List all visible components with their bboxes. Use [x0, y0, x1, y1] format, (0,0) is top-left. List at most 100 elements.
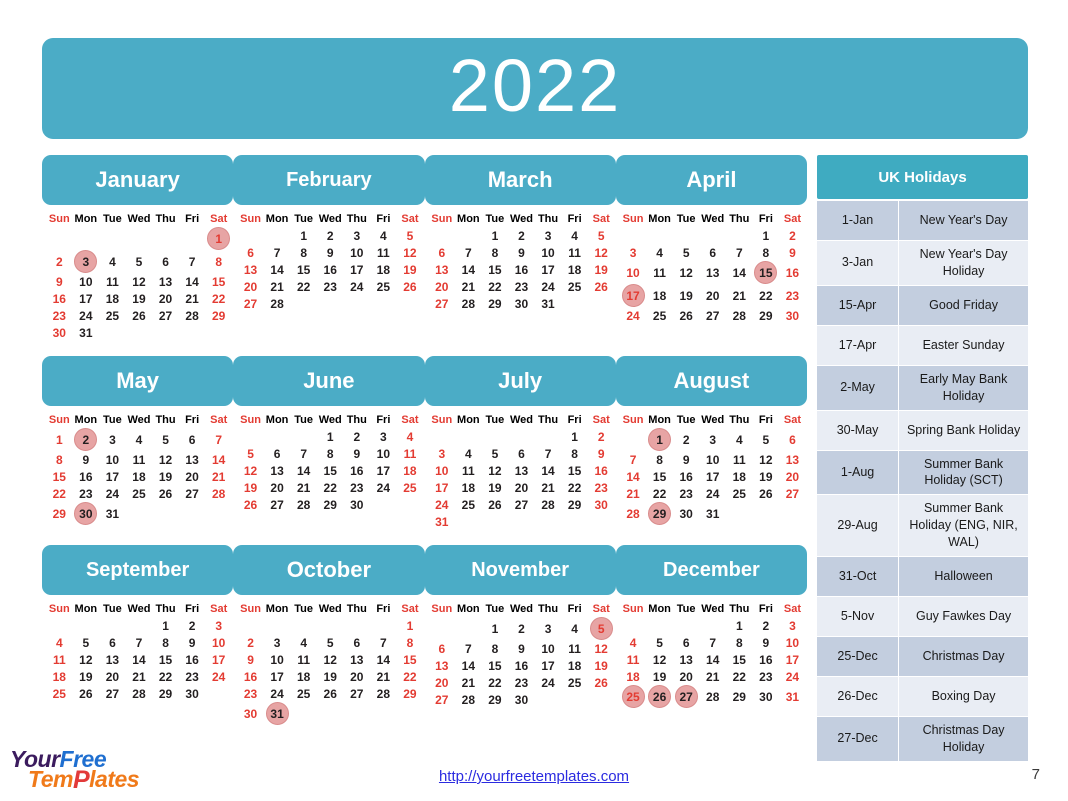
- day-cell-may-9[interactable]: 9: [73, 451, 100, 468]
- holiday-row[interactable]: 1-Jan New Year's Day: [817, 201, 1028, 240]
- day-cell-march-21[interactable]: 21: [455, 278, 482, 295]
- day-cell-march-4[interactable]: 4: [561, 227, 588, 244]
- day-cell-july-20[interactable]: 20: [508, 479, 535, 496]
- day-cell-august-6[interactable]: 6: [779, 428, 806, 451]
- day-cell-july-27[interactable]: 27: [508, 496, 535, 513]
- day-cell-july-13[interactable]: 13: [508, 462, 535, 479]
- day-cell-september-23[interactable]: 23: [179, 668, 206, 685]
- day-cell-september-7[interactable]: 7: [126, 634, 153, 651]
- day-cell-november-14[interactable]: 14: [455, 657, 482, 674]
- day-cell-june-4[interactable]: 4: [397, 428, 424, 445]
- day-cell-july-1[interactable]: 1: [561, 428, 588, 445]
- day-cell-february-16[interactable]: 16: [317, 261, 344, 278]
- holiday-row[interactable]: 15-Apr Good Friday: [817, 285, 1028, 325]
- day-cell-october-5[interactable]: 5: [317, 634, 344, 651]
- day-cell-march-3[interactable]: 3: [535, 227, 562, 244]
- day-cell-january-27[interactable]: 27: [152, 307, 179, 324]
- day-cell-june-9[interactable]: 9: [344, 445, 371, 462]
- day-cell-march-31[interactable]: 31: [535, 295, 562, 312]
- day-cell-october-24[interactable]: 24: [264, 685, 291, 702]
- day-cell-february-3[interactable]: 3: [344, 227, 371, 244]
- day-cell-october-15[interactable]: 15: [397, 651, 424, 668]
- day-cell-february-8[interactable]: 8: [290, 244, 317, 261]
- day-cell-june-1[interactable]: 1: [317, 428, 344, 445]
- day-cell-november-19[interactable]: 19: [588, 657, 615, 674]
- day-cell-december-26[interactable]: 26: [646, 685, 673, 708]
- day-cell-may-27[interactable]: 27: [179, 485, 206, 502]
- day-cell-april-10[interactable]: 10: [620, 261, 647, 284]
- day-cell-april-28[interactable]: 28: [726, 307, 753, 324]
- day-cell-june-13[interactable]: 13: [264, 462, 291, 479]
- day-cell-july-29[interactable]: 29: [561, 496, 588, 513]
- day-cell-april-16[interactable]: 16: [779, 261, 806, 284]
- day-cell-may-23[interactable]: 23: [73, 485, 100, 502]
- day-cell-august-20[interactable]: 20: [779, 468, 806, 485]
- day-cell-january-21[interactable]: 21: [179, 290, 206, 307]
- holiday-row[interactable]: 2-May Early May Bank Holiday: [817, 365, 1028, 410]
- day-cell-august-13[interactable]: 13: [779, 451, 806, 468]
- day-cell-december-30[interactable]: 30: [753, 685, 780, 708]
- day-cell-october-22[interactable]: 22: [397, 668, 424, 685]
- day-cell-july-18[interactable]: 18: [455, 479, 482, 496]
- day-cell-may-25[interactable]: 25: [126, 485, 153, 502]
- day-cell-may-21[interactable]: 21: [205, 468, 232, 485]
- day-cell-april-27[interactable]: 27: [699, 307, 726, 324]
- day-cell-december-13[interactable]: 13: [673, 651, 700, 668]
- day-cell-january-5[interactable]: 5: [126, 250, 153, 273]
- day-cell-march-9[interactable]: 9: [508, 244, 535, 261]
- day-cell-december-27[interactable]: 27: [673, 685, 700, 708]
- day-cell-april-9[interactable]: 9: [779, 244, 806, 261]
- day-cell-october-31[interactable]: 31: [264, 702, 291, 725]
- day-cell-november-9[interactable]: 9: [508, 640, 535, 657]
- day-cell-may-26[interactable]: 26: [152, 485, 179, 502]
- day-cell-june-19[interactable]: 19: [237, 479, 264, 496]
- day-cell-july-31[interactable]: 31: [429, 513, 456, 530]
- day-cell-august-21[interactable]: 21: [620, 485, 647, 502]
- day-cell-august-2[interactable]: 2: [673, 428, 700, 451]
- day-cell-april-5[interactable]: 5: [673, 244, 700, 261]
- day-cell-april-4[interactable]: 4: [646, 244, 673, 261]
- day-cell-june-12[interactable]: 12: [237, 462, 264, 479]
- day-cell-march-6[interactable]: 6: [429, 244, 456, 261]
- day-cell-january-4[interactable]: 4: [99, 250, 126, 273]
- day-cell-december-1[interactable]: 1: [726, 617, 753, 634]
- day-cell-september-21[interactable]: 21: [126, 668, 153, 685]
- day-cell-march-18[interactable]: 18: [561, 261, 588, 278]
- day-cell-july-6[interactable]: 6: [508, 445, 535, 462]
- day-cell-september-30[interactable]: 30: [179, 685, 206, 702]
- day-cell-april-1[interactable]: 1: [753, 227, 780, 244]
- day-cell-october-16[interactable]: 16: [237, 668, 264, 685]
- day-cell-january-13[interactable]: 13: [152, 273, 179, 290]
- day-cell-august-18[interactable]: 18: [726, 468, 753, 485]
- day-cell-december-3[interactable]: 3: [779, 617, 806, 634]
- day-cell-june-18[interactable]: 18: [397, 462, 424, 479]
- day-cell-september-18[interactable]: 18: [46, 668, 73, 685]
- day-cell-december-23[interactable]: 23: [753, 668, 780, 685]
- day-cell-january-19[interactable]: 19: [126, 290, 153, 307]
- day-cell-february-13[interactable]: 13: [237, 261, 264, 278]
- day-cell-august-12[interactable]: 12: [753, 451, 780, 468]
- day-cell-february-5[interactable]: 5: [397, 227, 424, 244]
- day-cell-april-14[interactable]: 14: [726, 261, 753, 284]
- day-cell-may-12[interactable]: 12: [152, 451, 179, 468]
- day-cell-february-2[interactable]: 2: [317, 227, 344, 244]
- website-link[interactable]: http://yourfreetemplates.com: [439, 768, 629, 785]
- day-cell-july-8[interactable]: 8: [561, 445, 588, 462]
- day-cell-july-14[interactable]: 14: [535, 462, 562, 479]
- day-cell-april-20[interactable]: 20: [699, 284, 726, 307]
- day-cell-january-28[interactable]: 28: [179, 307, 206, 324]
- day-cell-july-11[interactable]: 11: [455, 462, 482, 479]
- day-cell-december-2[interactable]: 2: [753, 617, 780, 634]
- day-cell-august-22[interactable]: 22: [646, 485, 673, 502]
- day-cell-january-1[interactable]: 1: [205, 227, 232, 250]
- day-cell-october-7[interactable]: 7: [370, 634, 397, 651]
- day-cell-april-17[interactable]: 17: [620, 284, 647, 307]
- day-cell-september-10[interactable]: 10: [205, 634, 232, 651]
- day-cell-march-10[interactable]: 10: [535, 244, 562, 261]
- day-cell-december-11[interactable]: 11: [620, 651, 647, 668]
- day-cell-july-26[interactable]: 26: [482, 496, 509, 513]
- day-cell-february-4[interactable]: 4: [370, 227, 397, 244]
- day-cell-december-4[interactable]: 4: [620, 634, 647, 651]
- day-cell-october-20[interactable]: 20: [344, 668, 371, 685]
- day-cell-october-29[interactable]: 29: [397, 685, 424, 702]
